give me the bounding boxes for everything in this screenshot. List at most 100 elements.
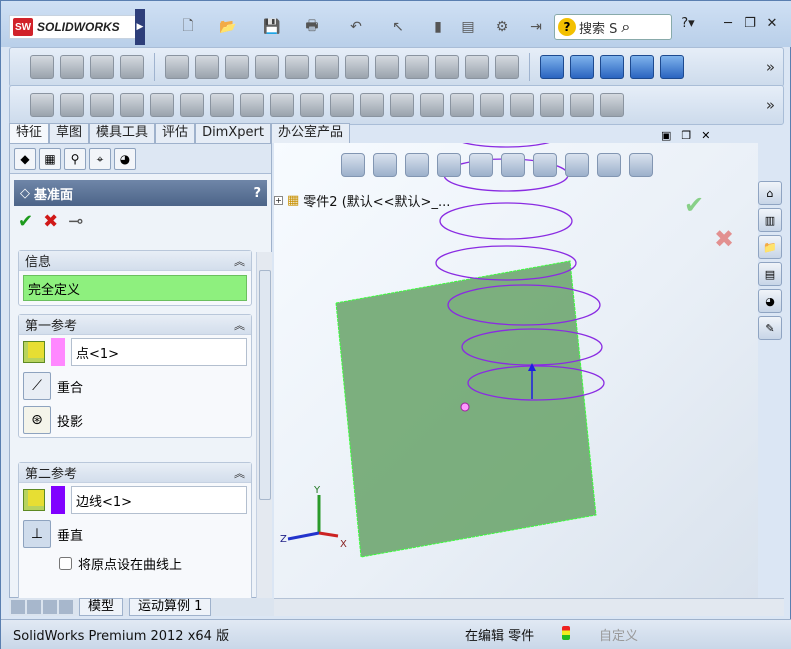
view-cube-right-icon[interactable] bbox=[630, 55, 654, 79]
perpendicular-icon[interactable]: ⊥ bbox=[23, 520, 51, 548]
undo-icon[interactable]: ↶ bbox=[347, 18, 365, 36]
wrap-icon[interactable] bbox=[180, 93, 204, 117]
tab-evaluate[interactable]: 评估 bbox=[155, 123, 196, 143]
sketch-icon[interactable] bbox=[30, 93, 54, 117]
draft-icon[interactable] bbox=[435, 55, 459, 79]
line-icon[interactable] bbox=[90, 93, 114, 117]
origin-on-curve-checkbox[interactable] bbox=[59, 556, 72, 570]
file-explorer-icon[interactable]: 📁 bbox=[758, 235, 782, 259]
toolbar-overflow-icon[interactable]: » bbox=[766, 96, 775, 114]
pm-help-button[interactable]: ? bbox=[253, 186, 261, 201]
lofted-boss-icon[interactable] bbox=[120, 55, 144, 79]
dimxpert-tab-icon[interactable]: ⌖ bbox=[89, 148, 111, 170]
collapse-chevron-icon[interactable]: ︽ bbox=[234, 465, 245, 481]
chamfer-icon[interactable] bbox=[345, 55, 369, 79]
tab-motion-study[interactable]: 运动算例 1 bbox=[129, 598, 212, 616]
open-folder-icon[interactable]: 📂 bbox=[219, 18, 237, 36]
view-cube-left-icon[interactable] bbox=[600, 55, 624, 79]
second-reference-field[interactable]: 边线<1> bbox=[71, 486, 247, 514]
tab-features[interactable]: 特征 bbox=[9, 123, 50, 143]
close-button[interactable]: ✕ bbox=[763, 15, 781, 31]
collapse-chevron-icon[interactable]: ︽ bbox=[234, 317, 245, 333]
previous-view-icon[interactable] bbox=[405, 153, 429, 177]
dome-icon[interactable] bbox=[495, 55, 519, 79]
first-reference-header[interactable]: 第一参考 ︽ bbox=[19, 315, 251, 335]
second-reference-header[interactable]: 第二参考 ︽ bbox=[19, 463, 251, 483]
print-icon[interactable]: 🖶 bbox=[303, 18, 321, 36]
menu-expand-arrow-icon[interactable]: ▶ bbox=[135, 9, 145, 45]
solidworks-resources-icon[interactable]: ⌂ bbox=[758, 181, 782, 205]
cylinder-icon[interactable] bbox=[510, 93, 534, 117]
ok-check-icon[interactable]: ✔ bbox=[18, 211, 33, 232]
last-tab-nav-icon[interactable] bbox=[59, 600, 73, 614]
cancel-x-icon[interactable]: ✖ bbox=[43, 211, 58, 232]
surface-icon[interactable] bbox=[300, 93, 324, 117]
viewport-tile-icon[interactable]: ▣ bbox=[661, 129, 671, 142]
origin-on-curve-option[interactable]: 将原点设在曲线上 bbox=[19, 551, 251, 575]
mirror-icon[interactable] bbox=[465, 55, 489, 79]
cone-icon[interactable] bbox=[120, 93, 144, 117]
thicken-icon[interactable] bbox=[480, 93, 504, 117]
file-properties-icon[interactable]: ▤ bbox=[459, 18, 477, 36]
view-orientation-icon[interactable] bbox=[469, 153, 493, 177]
zoom-to-area-icon[interactable] bbox=[373, 153, 397, 177]
linear-pattern-icon[interactable] bbox=[150, 93, 174, 117]
rib-icon[interactable] bbox=[375, 55, 399, 79]
toolbar-overflow-icon[interactable]: » bbox=[766, 58, 775, 76]
swept-boss-icon[interactable] bbox=[90, 55, 114, 79]
panel-scrollbar[interactable] bbox=[256, 252, 272, 598]
tab-office-products[interactable]: 办公室产品 bbox=[270, 123, 350, 143]
viewport-restore-icon[interactable]: ❐ bbox=[681, 129, 691, 142]
minimize-button[interactable]: ─ bbox=[719, 15, 737, 31]
instant3d-icon[interactable] bbox=[570, 93, 594, 117]
view-cube-front-icon[interactable] bbox=[540, 55, 564, 79]
view-palette-icon[interactable]: ▤ bbox=[758, 262, 782, 286]
zoom-to-fit-icon[interactable] bbox=[341, 153, 365, 177]
tab-mold-tools[interactable]: 模具工具 bbox=[89, 123, 156, 143]
solidworks-logo[interactable]: SW SOLIDWORKS bbox=[9, 15, 137, 39]
first-tab-nav-icon[interactable] bbox=[11, 600, 25, 614]
search-box[interactable]: ? 搜索 S ⌕ bbox=[554, 14, 672, 40]
graphics-area[interactable]: Y Z X ✔ ✖ bbox=[274, 122, 758, 598]
edit-appearance-icon[interactable] bbox=[565, 153, 589, 177]
lofted-cut-icon[interactable] bbox=[285, 55, 309, 79]
feature-tree-tab-icon[interactable]: ◆ bbox=[14, 148, 36, 170]
hide-show-items-icon[interactable] bbox=[533, 153, 557, 177]
display-style-icon[interactable] bbox=[501, 153, 525, 177]
viewport-close-icon[interactable]: ✕ bbox=[701, 129, 710, 142]
move-copy-icon[interactable] bbox=[420, 93, 444, 117]
flex-icon[interactable] bbox=[240, 93, 264, 117]
select-pointer-icon[interactable]: ↖ bbox=[389, 18, 407, 36]
tab-model[interactable]: 模型 bbox=[79, 598, 124, 616]
help-menu-icon[interactable]: ?▾ bbox=[679, 15, 697, 31]
split-icon[interactable] bbox=[210, 93, 234, 117]
pushpin-icon[interactable]: ⊸ bbox=[68, 211, 83, 232]
dome-surface-icon[interactable] bbox=[540, 93, 564, 117]
curve-icon[interactable] bbox=[270, 93, 294, 117]
tab-sketch[interactable]: 草图 bbox=[49, 123, 90, 143]
project-option[interactable]: ⊛ 投影 bbox=[19, 403, 251, 437]
reference-geometry-icon[interactable] bbox=[360, 93, 384, 117]
revolved-cut-icon[interactable] bbox=[195, 55, 219, 79]
extruded-boss-icon[interactable] bbox=[30, 55, 54, 79]
box-icon[interactable] bbox=[330, 93, 354, 117]
custom-properties-icon[interactable]: ✎ bbox=[758, 316, 782, 340]
coincident-option[interactable]: ⟋ 重合 bbox=[19, 369, 251, 403]
pattern-dots-icon[interactable] bbox=[390, 93, 414, 117]
horizontal-scrollbar[interactable] bbox=[274, 598, 784, 616]
first-reference-field[interactable]: 点<1> bbox=[71, 338, 247, 366]
intersect-icon[interactable] bbox=[450, 93, 474, 117]
part-root-label[interactable]: 零件2 (默认<<默认>_... bbox=[303, 191, 450, 210]
quick-access-more-icon[interactable]: ⇥ bbox=[527, 18, 545, 36]
apply-scene-icon[interactable] bbox=[597, 153, 621, 177]
revolved-boss-icon[interactable] bbox=[60, 55, 84, 79]
reference-point[interactable] bbox=[460, 402, 470, 412]
section-view-icon[interactable] bbox=[437, 153, 461, 177]
view-cube-back-icon[interactable] bbox=[570, 55, 594, 79]
tab-dimxpert[interactable]: DimXpert bbox=[195, 123, 271, 143]
smart-dimension-icon[interactable] bbox=[60, 93, 84, 117]
units-custom[interactable]: 自定义 bbox=[599, 625, 638, 644]
appearances-icon[interactable]: ◕ bbox=[758, 289, 782, 313]
design-library-icon[interactable]: ▥ bbox=[758, 208, 782, 232]
expand-tree-icon[interactable]: + bbox=[274, 196, 283, 205]
